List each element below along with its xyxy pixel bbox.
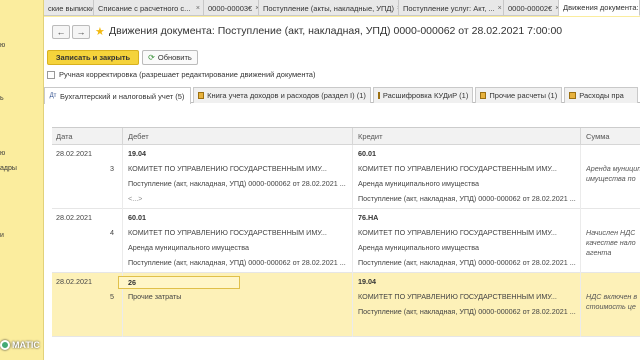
tab-kudir-detail[interactable]: Расшифровка КУДиР (1) (372, 87, 473, 103)
table-header: Дата Дебет Кредит Сумма (52, 128, 640, 145)
row-number: 4 (110, 228, 114, 237)
book-icon (198, 92, 205, 99)
debit-subconto-1: Прочие затраты (128, 292, 182, 301)
debit-subconto-1: КОМИТЕТ ПО УПРАВЛЕНИЮ ГОСУДАРСТВЕННЫМ ИМ… (128, 228, 327, 237)
credit-account: 60.01 (358, 149, 376, 158)
debit-account: 19.04 (128, 149, 146, 158)
row-content: качестве нало (586, 238, 636, 247)
manual-adjust-checkbox[interactable] (47, 70, 55, 79)
credit-account: 76.НА (358, 213, 379, 222)
refresh-button[interactable]: ⟳ Обновить (142, 50, 198, 65)
credit-subconto-1: КОМИТЕТ ПО УПРАВЛЕНИЮ ГОСУДАРСТВЕННЫМ ИМ… (358, 228, 557, 237)
window-tab[interactable]: ские выписки× (44, 0, 94, 16)
sidebar-fragment[interactable]: и (0, 232, 4, 239)
page-title: Движения документа: Поступление (акт, на… (109, 25, 563, 37)
row-date: 28.02.2021 (56, 277, 92, 286)
debit-subconto-1: КОМИТЕТ ПО УПРАВЛЕНИЮ ГОСУДАРСТВЕННЫМ ИМ… (128, 164, 327, 173)
watermark-logo: MATIC (0, 338, 40, 352)
row-number: 3 (110, 164, 114, 173)
sidebar-fragment[interactable]: адры (0, 165, 17, 172)
credit-account: 19.04 (358, 277, 376, 286)
row-content: НДС включен в (586, 292, 638, 301)
sidebar-fragment[interactable]: ю (0, 42, 5, 49)
debit-subconto-2: Поступление (акт, накладная, УПД) 0000-0… (128, 179, 346, 188)
manual-adjust-row: Ручная корректировка (разрешает редактир… (47, 70, 315, 79)
form-tabs: Дт Бухгалтерский и налоговый учет (5) Кн… (44, 87, 640, 104)
nav-buttons: ← → (52, 25, 90, 39)
row-content: стоимость це (586, 302, 636, 311)
credit-subconto-3: Поступление (акт, накладная, УПД) 0000-0… (358, 258, 576, 267)
credit-subconto-2: Поступление (акт, накладная, УПД) 0000-0… (358, 307, 576, 316)
debit-account: 26 (128, 278, 136, 287)
debit-subconto-3: Поступление (акт, накладная, УПД) 0000-0… (128, 258, 346, 267)
close-icon[interactable]: × (196, 5, 200, 12)
forward-button[interactable]: → (72, 25, 90, 39)
active-cell-highlight[interactable] (118, 276, 240, 289)
window-tab-active[interactable]: Движения документа: Поступ (559, 0, 640, 16)
credit-subconto-1: КОМИТЕТ ПО УПРАВЛЕНИЮ ГОСУДАРСТВЕННЫМ ИМ… (358, 164, 557, 173)
table-row[interactable]: 28.02.2021 3 19.04 КОМИТЕТ ПО УПРАВЛЕНИЮ… (52, 145, 640, 209)
debit-subconto-3: <...> (128, 194, 143, 203)
save-and-close-button[interactable]: Записать и закрыть (47, 50, 139, 65)
book-icon (569, 92, 577, 99)
logo-text: MATIC (12, 340, 40, 350)
credit-subconto-3: Поступление (акт, накладная, УПД) 0000-0… (358, 194, 576, 203)
row-number: 5 (110, 292, 114, 301)
book-icon (377, 92, 380, 99)
window-tab[interactable]: Поступление (акты, накладные, УПД)× (259, 0, 399, 16)
document-form: ← → ★ Движения документа: Поступление (а… (44, 17, 640, 360)
row-content: агента (586, 248, 612, 257)
window-tab[interactable]: Поступление услуг: Акт, ... × (399, 0, 504, 16)
table-row[interactable]: 28.02.2021 4 60.01 КОМИТЕТ ПО УПРАВЛЕНИЮ… (52, 209, 640, 273)
column-amount[interactable]: Сумма (586, 132, 610, 141)
table-row-selected[interactable]: 28.02.2021 5 26 Прочие затраты 19.04 КОМ… (52, 273, 640, 337)
row-content: Аренда муниципаль (586, 164, 640, 173)
tab-expenses[interactable]: Расходы пра (564, 87, 638, 103)
dt-kt-icon: Дт (49, 93, 57, 99)
debit-account: 60.01 (128, 213, 146, 222)
tab-other-settlements[interactable]: Прочие расчеты (1) (474, 87, 563, 103)
movements-table[interactable]: Дата Дебет Кредит Сумма 28.02.2021 3 19.… (52, 127, 640, 360)
sidebar-fragment[interactable]: ь (0, 95, 4, 102)
logo-circle-icon (0, 340, 10, 350)
row-date: 28.02.2021 (56, 213, 92, 222)
tab-income-expense-book[interactable]: Книга учета доходов и расходов (раздел I… (193, 87, 371, 103)
back-button[interactable]: ← (52, 25, 70, 39)
window-tab[interactable]: Списание с расчетного с... × (94, 0, 204, 16)
column-credit[interactable]: Кредит (358, 132, 383, 141)
close-icon[interactable]: × (498, 5, 502, 12)
credit-subconto-2: Аренда муниципального имущества (358, 179, 480, 188)
debit-subconto-2: Аренда муниципального имущества (128, 243, 250, 252)
row-content: Начислен НДС (586, 228, 636, 237)
window-tab[interactable]: 0000-00002€ × (504, 0, 559, 16)
column-debit[interactable]: Дебет (128, 132, 149, 141)
credit-subconto-2: Аренда муниципального имущества (358, 243, 480, 252)
row-content: имущества по (586, 174, 636, 183)
manual-adjust-label: Ручная корректировка (разрешает редактир… (59, 70, 316, 79)
window-tabs: ские выписки× Списание с расчетного с...… (44, 0, 640, 16)
left-sidebar: ю ь ю адры и MATIC (0, 0, 44, 360)
column-date[interactable]: Дата (56, 132, 73, 141)
favorite-star-icon[interactable]: ★ (95, 25, 105, 38)
credit-subconto-1: КОМИТЕТ ПО УПРАВЛЕНИЮ ГОСУДАРСТВЕННЫМ ИМ… (358, 292, 557, 301)
arrow-right-icon: → (76, 27, 86, 37)
book-icon (479, 92, 487, 99)
arrow-left-icon: ← (56, 27, 66, 37)
row-date: 28.02.2021 (56, 149, 92, 158)
tab-accounting[interactable]: Дт Бухгалтерский и налоговый учет (5) (44, 87, 192, 104)
sidebar-fragment[interactable]: ю (0, 150, 5, 157)
window-tab[interactable]: 0000-00003€ × (204, 0, 259, 16)
refresh-icon: ⟳ (148, 53, 155, 62)
